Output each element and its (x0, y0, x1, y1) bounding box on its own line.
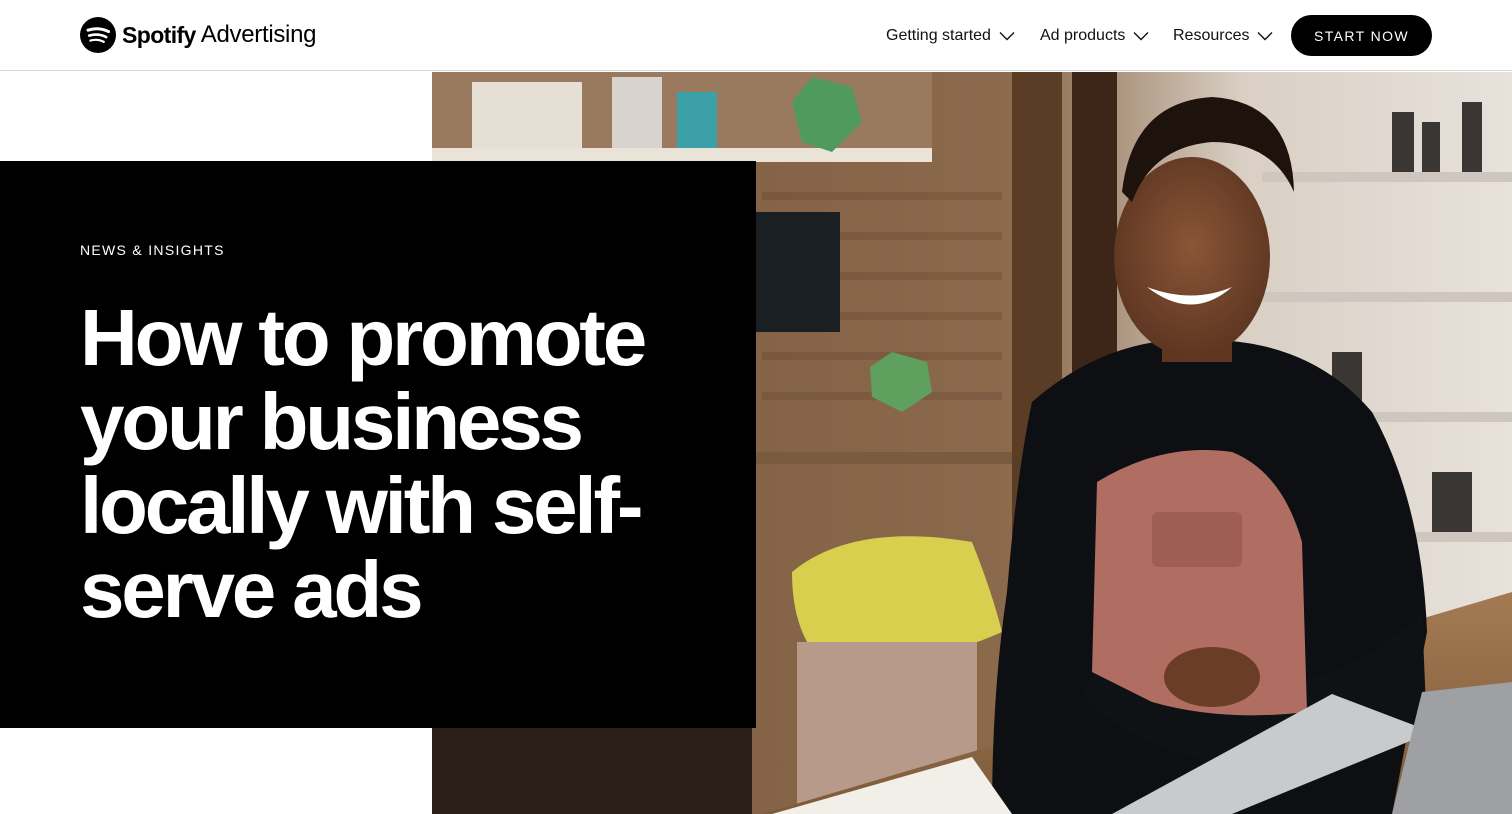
chevron-down-icon (1257, 32, 1273, 41)
spotify-advertising-logo[interactable]: Spotify Advertising (80, 17, 316, 53)
nav-item-label: Ad products (1040, 27, 1126, 44)
hero-eyebrow: NEWS & INSIGHTS (80, 242, 225, 258)
logo-wordmark: Spotify (122, 21, 196, 48)
chevron-down-icon (999, 32, 1015, 41)
nav-item-label: Getting started (886, 27, 991, 44)
nav-item-ad-products[interactable]: Ad products (1040, 24, 1149, 48)
nav-item-getting-started[interactable]: Getting started (886, 24, 1015, 48)
chevron-down-icon (1133, 32, 1149, 41)
spotify-logo-icon (80, 17, 116, 53)
start-now-button[interactable]: START NOW (1291, 15, 1432, 56)
site-header: Spotify Advertising Getting started Ad p… (0, 0, 1512, 71)
logo-subtitle: Advertising (200, 21, 317, 48)
hero-title: How to promote your business locally wit… (80, 293, 647, 634)
nav-item-label: Resources (1173, 27, 1250, 44)
nav-item-resources[interactable]: Resources (1173, 24, 1273, 48)
